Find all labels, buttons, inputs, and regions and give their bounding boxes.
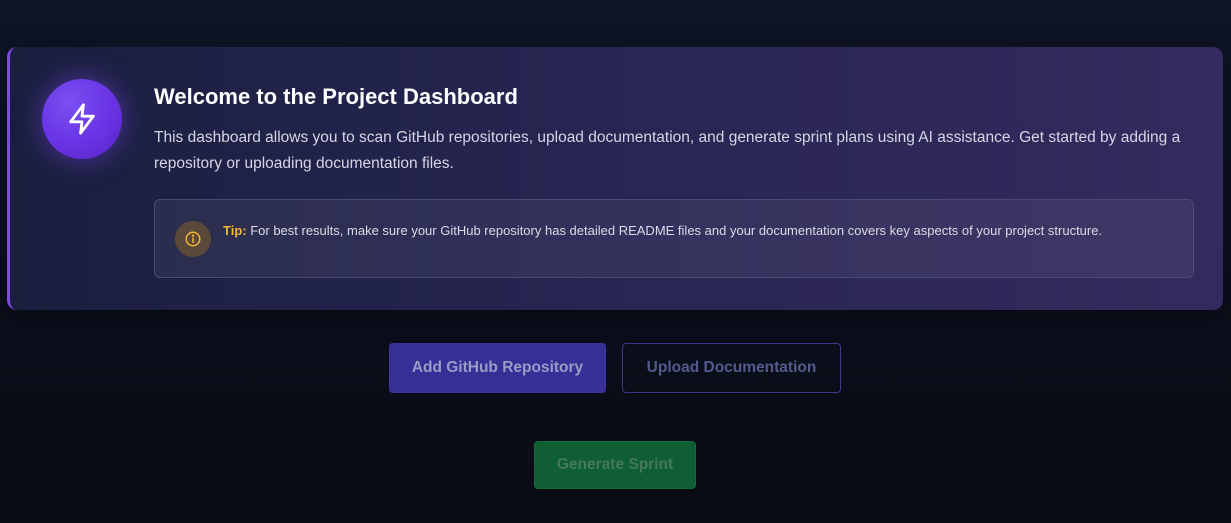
welcome-title: Welcome to the Project Dashboard (154, 84, 518, 109)
upload-documentation-button[interactable]: Upload Documentation (622, 343, 841, 393)
info-icon (175, 221, 211, 257)
welcome-card: Welcome to the Project Dashboard This da… (7, 47, 1223, 310)
welcome-description: This dashboard allows you to scan GitHub… (154, 129, 1181, 172)
tip-text: Tip: For best results, make sure your Gi… (223, 223, 1183, 239)
tip-body: For best results, make sure your GitHub … (246, 223, 1103, 238)
add-github-repository-button[interactable]: Add GitHub Repository (389, 343, 606, 393)
tip-label: Tip: (223, 223, 247, 238)
tip-box: Tip: For best results, make sure your Gi… (154, 199, 1194, 278)
generate-sprint-button[interactable]: Generate Sprint (534, 441, 696, 489)
lightning-bolt-icon (42, 79, 122, 159)
